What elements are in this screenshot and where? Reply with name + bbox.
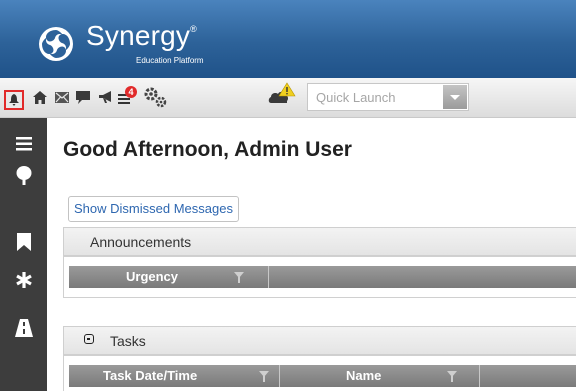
megaphone-icon[interactable] xyxy=(95,86,117,108)
settings-icon[interactable] xyxy=(142,86,168,108)
task-date-time-column-header[interactable]: Task Date/Time xyxy=(69,365,280,387)
quick-launch-placeholder: Quick Launch xyxy=(316,90,396,105)
urgency-column-header[interactable]: Urgency xyxy=(69,266,269,288)
tree-icon[interactable] xyxy=(13,165,35,187)
synergy-logo-icon xyxy=(39,27,73,61)
cloud-warning-icon[interactable] xyxy=(268,82,296,104)
mail-icon[interactable] xyxy=(51,86,73,108)
name-column-header[interactable]: Name xyxy=(280,365,480,387)
app-header: Synergy® Education Platform xyxy=(0,0,576,78)
filter-icon[interactable] xyxy=(447,371,457,382)
asterisk-icon[interactable] xyxy=(13,269,35,291)
tasks-panel: Task Date/Time Name xyxy=(63,355,576,391)
chat-icon[interactable] xyxy=(72,86,94,108)
filter-icon[interactable] xyxy=(234,272,244,283)
announcements-panel-header: Announcements xyxy=(63,227,576,256)
brand-name: Synergy® xyxy=(86,20,197,51)
tasks-panel-header: Tasks xyxy=(63,326,576,355)
page-title: Good Afternoon, Admin User xyxy=(63,138,352,161)
bookmark-icon[interactable] xyxy=(13,231,35,253)
collapse-icon[interactable] xyxy=(84,334,94,344)
toolbar: 4 xyxy=(0,78,576,118)
filter-icon[interactable] xyxy=(259,371,269,382)
quick-launch-input[interactable]: Quick Launch xyxy=(307,83,469,111)
chevron-down-icon xyxy=(450,95,460,100)
quick-launch-dropdown-button[interactable] xyxy=(443,85,467,109)
notifications-icon[interactable] xyxy=(4,90,24,110)
tasks-grid-header: Task Date/Time Name xyxy=(69,365,576,387)
show-dismissed-messages-button[interactable]: Show Dismissed Messages xyxy=(68,196,239,222)
menu-icon[interactable] xyxy=(13,133,35,155)
announcements-panel: Urgency xyxy=(63,256,576,298)
brand-tagline: Education Platform xyxy=(136,56,204,65)
announcements-title: Announcements xyxy=(90,234,192,250)
tasks-icon[interactable]: 4 xyxy=(117,86,143,108)
svg-text:4: 4 xyxy=(128,87,133,97)
announcements-grid-header: Urgency xyxy=(69,266,576,288)
sidebar xyxy=(0,118,47,391)
road-icon[interactable] xyxy=(13,317,35,339)
home-icon[interactable] xyxy=(29,86,51,108)
tasks-title: Tasks xyxy=(110,333,146,349)
